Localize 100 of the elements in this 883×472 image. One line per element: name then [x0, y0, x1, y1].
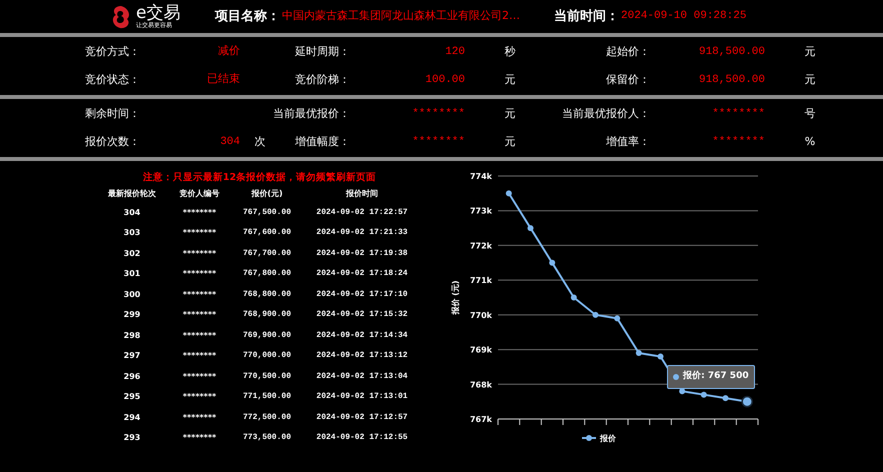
table-cell: 767,700.00 [242, 248, 291, 260]
table-cell: ******** [182, 227, 216, 239]
field-value: ******** [412, 135, 465, 150]
data-point [636, 350, 642, 356]
field-label: 当前最优报价人： [562, 106, 650, 122]
table-cell: 303 [124, 227, 140, 239]
data-point [700, 392, 707, 398]
field-value: 已结束 [207, 72, 240, 88]
column-header: 最新报价轮次 [108, 188, 156, 200]
y-tick-label: 772k [470, 241, 492, 250]
table-cell: 770,500.00 [242, 370, 291, 382]
field-label: 当前最优报价： [273, 106, 350, 122]
unit-label: 元 [804, 72, 816, 88]
table-cell: ******** [182, 206, 216, 218]
table-cell: 2024-09-02 17:21:33 [316, 227, 408, 239]
table-cell: 301 [124, 268, 140, 280]
data-point [549, 260, 556, 266]
field-label: 增值幅度： [295, 134, 350, 150]
table-cell: 2024-09-02 17:13:12 [316, 350, 408, 362]
data-point [741, 396, 753, 408]
table-cell: 304 [124, 206, 140, 218]
field-label: 项目名称： [215, 8, 280, 26]
table-cell: ******** [182, 432, 216, 444]
field-label: 延时周期： [295, 44, 350, 60]
table-cell: ******** [182, 330, 216, 342]
y-tick-label: 774k [470, 172, 492, 181]
field-value: ******** [712, 135, 765, 150]
unit-label: 元 [804, 44, 816, 60]
table-cell: 2024-09-02 17:13:01 [316, 391, 408, 403]
y-tick-label: 770k [470, 310, 492, 320]
table-cell: 768,800.00 [242, 288, 291, 300]
table-cell: 773,500.00 [242, 432, 291, 444]
series-dot-icon [673, 374, 680, 380]
table-cell: 767,800.00 [242, 268, 291, 280]
table-cell: ******** [182, 288, 216, 300]
field-label: 保留价： [606, 72, 650, 88]
data-point [614, 315, 620, 322]
table-cell: ******** [182, 391, 216, 403]
table-cell: 2024-09-02 17:12:57 [316, 412, 408, 424]
data-point [570, 294, 577, 300]
table-cell: 298 [124, 330, 140, 342]
chart-tooltip: 报价: 767 500 [667, 364, 755, 389]
column-header: 报价(元) [251, 188, 283, 200]
y-tick-label: 771k [470, 276, 492, 286]
data-point [592, 312, 598, 318]
y-tick-label: 767k [470, 415, 492, 424]
table-cell: 295 [124, 391, 140, 403]
table-cell: 2024-09-02 17:14:34 [316, 330, 408, 342]
table-cell: 2024-09-02 17:17:10 [316, 288, 408, 300]
table-cell: 2024-09-02 17:12:55 [316, 432, 408, 444]
table-cell: ******** [182, 268, 216, 280]
y-axis-title: 报价 (元) [451, 280, 460, 315]
chart-legend: 报价 [582, 434, 616, 443]
table-cell: 771,500.00 [242, 391, 291, 403]
table-cell: ******** [182, 248, 216, 260]
table-cell: ******** [182, 412, 216, 424]
field-label: 报价次数： [85, 135, 140, 148]
y-tick-label: 769k [470, 346, 492, 355]
table-cell: 2024-09-02 17:22:57 [316, 206, 408, 218]
table-cell: 296 [124, 370, 140, 382]
field-label: 增值率： [606, 134, 650, 150]
field-value: ******** [412, 106, 465, 122]
table-cell: 769,900.00 [242, 330, 291, 342]
field-value: 100.00 [425, 73, 465, 88]
table-cell: 772,500.00 [242, 412, 291, 424]
table-cell: 299 [124, 309, 140, 321]
unit-label: 秒 [504, 44, 516, 60]
unit-label: 元 [504, 134, 516, 150]
table-cell: 297 [124, 350, 140, 362]
table-cell: 2024-09-02 17:15:32 [316, 309, 408, 321]
unit-label: % [804, 134, 816, 150]
unit-label: 元 [504, 72, 516, 88]
table-cell: 770,000.00 [242, 350, 291, 362]
table-cell: ******** [182, 309, 216, 321]
field-value: 减价 [218, 44, 240, 60]
table-cell: ******** [182, 350, 216, 362]
field-label: 起始价： [606, 44, 650, 60]
table-cell: 767,600.00 [242, 227, 291, 239]
field-value: 120 [445, 44, 465, 60]
data-point [722, 395, 728, 402]
column-header: 报价时间 [346, 188, 378, 200]
unit-label: 元 [504, 106, 516, 122]
table-cell: 294 [124, 412, 140, 424]
current-time: 2024-09-10 09:28:25 [621, 9, 746, 24]
table-cell: 768,900.00 [242, 309, 291, 321]
project-name: 中国内蒙古森工集团阿龙山森林工业有限公司2… [282, 8, 521, 24]
table-cell: 293 [124, 432, 140, 444]
notice-text: 注意：只显示最新12条报价数据，请勿频繁刷新页面 [142, 171, 376, 185]
table-cell: ******** [182, 370, 216, 382]
table-cell: 767,500.00 [242, 206, 291, 218]
field-label: 竞价阶梯： [295, 72, 350, 88]
table-cell: 300 [124, 288, 140, 300]
field-label: 剩余时间： [85, 106, 140, 120]
table-cell: 2024-09-02 17:13:04 [316, 370, 408, 382]
data-point [658, 354, 664, 360]
legend-label: 报价 [599, 434, 617, 443]
field-label: 竞价状态： [85, 73, 140, 86]
y-tick-label: 768k [470, 380, 492, 390]
table-cell: 302 [124, 248, 140, 260]
table-cell: 2024-09-02 17:18:24 [316, 268, 408, 280]
